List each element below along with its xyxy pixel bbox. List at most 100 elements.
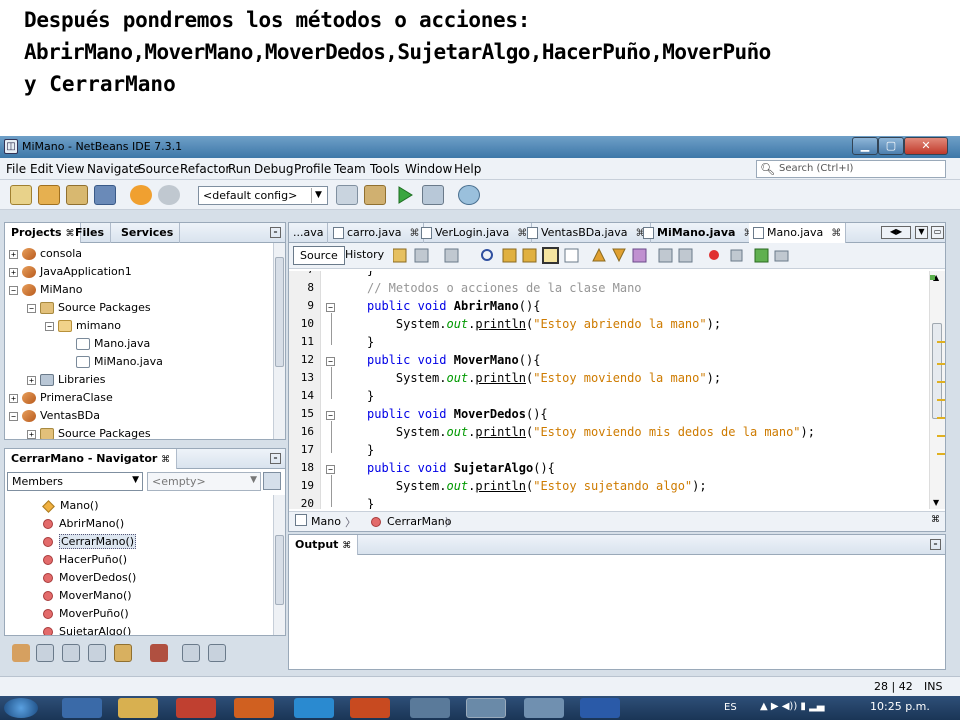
- editor-scroll-thumb[interactable]: [932, 323, 942, 419]
- menu-source[interactable]: Source: [138, 162, 179, 176]
- maximize-button[interactable]: ▢: [878, 137, 904, 155]
- explorer-icon[interactable]: [118, 698, 158, 718]
- editor-tab-active[interactable]: Mano.java ⌘: [749, 223, 847, 243]
- tree-node[interactable]: − MiMano: [9, 283, 82, 301]
- navigator-member[interactable]: HacerPuño(): [43, 553, 127, 571]
- tab-navigator[interactable]: CerrarMano - Navigator ⌘: [5, 449, 178, 469]
- tab-files[interactable]: Files: [69, 223, 112, 243]
- run-icon[interactable]: [394, 185, 416, 205]
- empty-select[interactable]: <empty> ▼: [147, 472, 261, 491]
- debug-icon[interactable]: [422, 185, 444, 205]
- tree-node[interactable]: + Libraries: [27, 373, 106, 391]
- editor-tab[interactable]: MiMano.java⌘: [639, 223, 759, 243]
- config-select[interactable]: <default config> ▼: [198, 186, 328, 205]
- menu-refactor[interactable]: Refactor: [180, 162, 230, 176]
- show-tabs-icon[interactable]: ▼: [915, 226, 928, 239]
- static-icon[interactable]: [62, 644, 80, 662]
- fields-icon[interactable]: [36, 644, 54, 662]
- sort-alpha-icon[interactable]: [208, 644, 226, 662]
- projects-scrollbar[interactable]: [273, 243, 285, 439]
- scroll-tabs-icon[interactable]: ◀▶: [881, 226, 911, 239]
- tray-icons[interactable]: ▲ ▶ ◀)) ▮ ▂▄: [760, 701, 824, 712]
- collapse-icon[interactable]: −: [45, 321, 54, 331]
- sort-icon[interactable]: [182, 644, 200, 662]
- filter-icon[interactable]: [150, 644, 168, 662]
- collapse-icon[interactable]: −: [9, 285, 18, 295]
- tree-node[interactable]: − VentasBDa: [9, 409, 100, 427]
- fold-icon[interactable]: −: [326, 411, 335, 420]
- expand-icon[interactable]: +: [27, 429, 36, 439]
- menu-tools[interactable]: Tools: [370, 162, 400, 176]
- source-tab[interactable]: Source: [293, 246, 345, 265]
- inherited-icon[interactable]: [12, 644, 30, 662]
- clock[interactable]: 10:25 p.m.: [870, 700, 930, 713]
- navigator-scrollbar[interactable]: [273, 495, 285, 635]
- members-filter-select[interactable]: Members ▼: [7, 472, 143, 491]
- breadcrumb-item[interactable]: Mano: [311, 515, 341, 528]
- undo-icon[interactable]: [130, 185, 152, 205]
- menu-run[interactable]: Run: [228, 162, 251, 176]
- expand-icon[interactable]: +: [9, 249, 18, 259]
- collapse-icon[interactable]: −: [27, 303, 36, 313]
- redo-icon[interactable]: [158, 185, 180, 205]
- word-icon[interactable]: [580, 698, 620, 718]
- expand-icon[interactable]: +: [9, 393, 18, 403]
- fold-icon[interactable]: −: [326, 465, 335, 474]
- ie-icon[interactable]: [62, 698, 102, 718]
- app-icon[interactable]: [410, 698, 450, 718]
- tree-node[interactable]: + Source Packages: [27, 427, 151, 439]
- navigator-member[interactable]: MoverDedos(): [43, 571, 136, 589]
- clean-build-icon[interactable]: [364, 185, 386, 205]
- inner-class-icon[interactable]: [114, 644, 132, 662]
- minimize-button[interactable]: ▁: [852, 137, 878, 155]
- search-input[interactable]: 🔍︎ Search (Ctrl+I): [756, 160, 946, 178]
- navigator-member[interactable]: Mano(): [42, 499, 99, 517]
- tab-output[interactable]: Output ⌘: [289, 535, 359, 555]
- app-icon[interactable]: [524, 698, 564, 718]
- tab-services[interactable]: Services: [115, 223, 181, 243]
- firefox-icon[interactable]: [234, 698, 274, 718]
- navigator-member[interactable]: CerrarMano(): [43, 534, 137, 553]
- start-button[interactable]: [4, 698, 38, 718]
- minimize-panel-icon[interactable]: –: [270, 227, 281, 238]
- minimize-panel-icon[interactable]: –: [270, 453, 281, 464]
- collapse-icon[interactable]: −: [9, 411, 18, 421]
- navigator-member[interactable]: MoverPuño(): [43, 607, 129, 625]
- minimize-panel-icon[interactable]: –: [930, 539, 941, 550]
- editor-tab[interactable]: ...ava: [289, 223, 329, 243]
- tree-node[interactable]: − Source Packages: [27, 301, 151, 319]
- expand-icon[interactable]: +: [9, 267, 18, 277]
- powerpoint-icon[interactable]: [350, 698, 390, 718]
- maximize-editor-icon[interactable]: ▭: [931, 226, 944, 239]
- tree-node[interactable]: − mimano: [45, 319, 121, 337]
- menu-view[interactable]: View: [56, 162, 84, 176]
- skype-icon[interactable]: [294, 698, 334, 718]
- profile-icon[interactable]: [458, 185, 480, 205]
- language-indicator[interactable]: ES: [724, 702, 737, 713]
- editor-scrollbar[interactable]: ▲ ▼: [929, 271, 945, 509]
- editor-tab[interactable]: VentasBDa.java ⌘: [523, 223, 651, 243]
- scroll-down-icon[interactable]: ▼: [933, 498, 939, 507]
- open-project-icon[interactable]: [66, 185, 88, 205]
- new-file-icon[interactable]: [10, 185, 32, 205]
- navigator-member[interactable]: MoverMano(): [43, 589, 132, 607]
- editor-tab[interactable]: carro.java ⌘: [329, 223, 425, 243]
- save-all-icon[interactable]: [94, 185, 116, 205]
- close-button[interactable]: ✕: [904, 137, 948, 155]
- tree-node[interactable]: + PrimeraClase: [9, 391, 113, 409]
- nonpublic-icon[interactable]: [88, 644, 106, 662]
- navigator-member[interactable]: SujetarAlgo(): [43, 625, 131, 635]
- fold-icon[interactable]: −: [326, 303, 335, 312]
- netbeans-task-icon[interactable]: [466, 698, 506, 718]
- breadcrumb-item[interactable]: CerrarMano: [387, 515, 452, 528]
- editor-tab[interactable]: VerLogin.java ⌘: [417, 223, 533, 243]
- tree-node[interactable]: + JavaApplication1: [9, 265, 132, 283]
- menu-team[interactable]: Team: [334, 162, 366, 176]
- menu-file[interactable]: File: [6, 162, 26, 176]
- build-hammer-icon[interactable]: [336, 185, 358, 205]
- menu-edit[interactable]: Edit: [30, 162, 53, 176]
- code-editor[interactable]: 7 8 9 10 11 12 13 14 15 16 17 18 19 20 − − − − } // Metod…: [289, 271, 929, 509]
- navigator-member[interactable]: AbrirMano(): [43, 517, 124, 535]
- media-player-icon[interactable]: [176, 698, 216, 718]
- menu-profile[interactable]: Profile: [294, 162, 331, 176]
